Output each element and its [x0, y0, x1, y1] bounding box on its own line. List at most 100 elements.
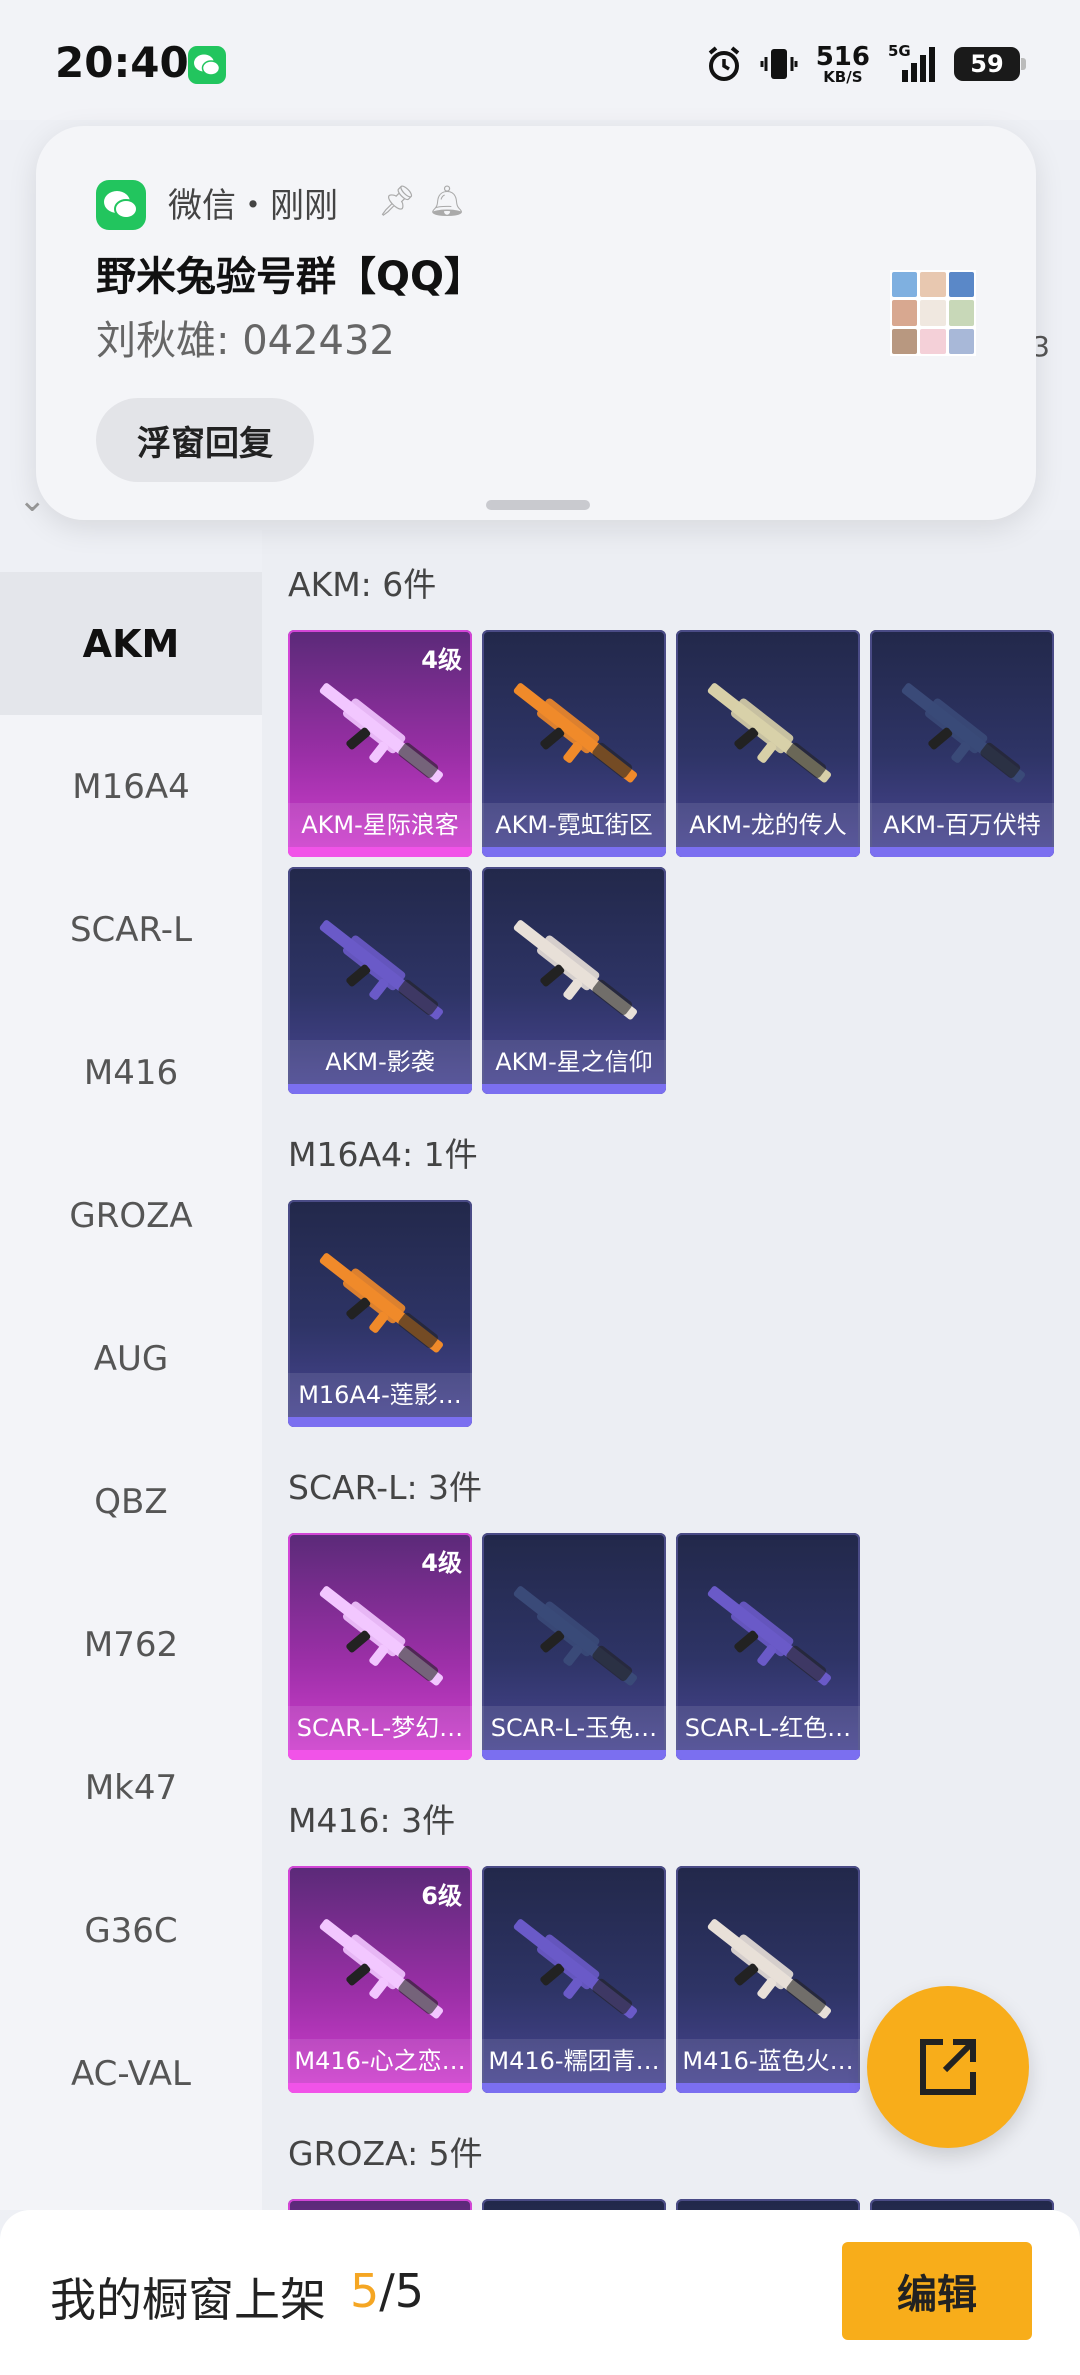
- weapon-skin-card[interactable]: [482, 2199, 666, 2210]
- wechat-icon: [96, 180, 146, 230]
- weapon-skin-image: [513, 683, 637, 783]
- weapon-skin-image: [513, 920, 637, 1020]
- weapon-skin-card[interactable]: M416-蓝色火…: [676, 1866, 860, 2093]
- weapon-skin-card[interactable]: AKM-星之信仰: [482, 867, 666, 1094]
- weapon-skin-image: [513, 1586, 637, 1686]
- notification-banner[interactable]: 微信・刚刚 📌︎ 🔔︎ 野米兔验号群【QQ】 刘秋雄: 042432 浮窗回复: [36, 126, 1036, 520]
- sidebar-item-m762[interactable]: M762: [0, 1573, 262, 1716]
- weapon-skin-image: [707, 1586, 831, 1686]
- status-icons: 516 KB/S 5G 59: [706, 41, 1026, 86]
- float-reply-button[interactable]: 浮窗回复: [96, 398, 314, 482]
- sidebar-item-aug[interactable]: AUG: [0, 1287, 262, 1430]
- weapon-skin-card[interactable]: 4级 SCAR-L-梦幻…: [288, 1533, 472, 1760]
- showcase-bottom-bar: 我的橱窗上架 5/5 编辑: [0, 2210, 1080, 2375]
- share-icon: [920, 2039, 976, 2095]
- skin-name: M416-心之恋…: [288, 2039, 472, 2083]
- rarity-bar: [288, 1750, 472, 1760]
- status-bar: 20:40 516 KB/S 5G 59: [0, 0, 1080, 120]
- showcase-label: 我的橱窗上架: [50, 2273, 326, 2327]
- weapon-skin-card[interactable]: AKM-百万伏特: [870, 630, 1054, 857]
- skin-name: AKM-霓虹街区: [482, 803, 666, 847]
- group-avatar: [890, 270, 976, 356]
- battery-indicator: 59: [954, 47, 1026, 81]
- weapon-skin-card[interactable]: [870, 2199, 1054, 2210]
- main-content: AKM: 6件 4级 AKM-星际浪客 AKM-霓虹街区 AKM-龙的传人 AKM-百万伏…: [262, 530, 1080, 2210]
- weapon-skin-image: [319, 920, 443, 1020]
- vibrate-icon: [760, 49, 798, 79]
- skin-name: AKM-星际浪客: [288, 803, 472, 847]
- rarity-bar: [482, 2083, 666, 2093]
- weapon-skin-card[interactable]: [676, 2199, 860, 2210]
- weapon-skin-card[interactable]: AKM-霓虹街区: [482, 630, 666, 857]
- status-time: 20:40: [55, 38, 189, 87]
- sidebar-item-m16a4[interactable]: M16A4: [0, 715, 262, 858]
- notification-drag-handle[interactable]: [486, 500, 590, 510]
- weapon-skin-image: [319, 1253, 443, 1353]
- skin-name: SCAR-L-红色…: [676, 1706, 860, 1750]
- pin-icon[interactable]: 📌︎: [378, 184, 416, 219]
- skin-grid-row: M16A4-莲影…: [288, 1200, 472, 1427]
- sidebar-item-g36c[interactable]: G36C: [0, 1859, 262, 2002]
- weapon-skin-card[interactable]: 6级 M416-心之恋…: [288, 1866, 472, 2093]
- rarity-bar: [288, 2083, 472, 2093]
- weapon-skin-card[interactable]: SCAR-L-玉兔…: [482, 1533, 666, 1760]
- weapon-skin-card[interactable]: SCAR-L-红色…: [676, 1533, 860, 1760]
- rarity-bar: [288, 1084, 472, 1094]
- section-title: GROZA: 5件: [288, 2134, 483, 2173]
- skin-level-badge: 4级: [421, 1549, 462, 1577]
- skin-level-badge: 6级: [421, 1882, 462, 1910]
- weapon-skin-image: [707, 1919, 831, 2019]
- rarity-bar: [870, 847, 1054, 857]
- signal-icon: 5G: [888, 42, 936, 84]
- section-title: M416: 3件: [288, 1801, 456, 1840]
- sidebar-item-mk47[interactable]: Mk47: [0, 1716, 262, 1859]
- skin-name: AKM-星之信仰: [482, 1040, 666, 1084]
- rarity-bar: [288, 847, 472, 857]
- skin-name: AKM-龙的传人: [676, 803, 860, 847]
- alarm-icon: [708, 46, 739, 81]
- rarity-bar: [676, 847, 860, 857]
- skin-grid-row: 3级: [288, 2199, 1054, 2210]
- skin-grid-row: 6级 M416-心之恋… M416-糯团青… M416-蓝色火…: [288, 1866, 860, 2093]
- sidebar-item-m416[interactable]: M416: [0, 1001, 262, 1144]
- rarity-bar: [676, 2083, 860, 2093]
- weapon-skin-image: [319, 683, 443, 783]
- skin-name: AKM-影袭: [288, 1040, 472, 1084]
- edit-button[interactable]: 编辑: [842, 2242, 1032, 2340]
- sidebar-item-akm[interactable]: AKM: [0, 572, 262, 715]
- rarity-bar: [482, 1084, 666, 1094]
- weapon-skin-image: [901, 683, 1025, 783]
- skin-name: M416-蓝色火…: [676, 2039, 860, 2083]
- sidebar-item-qbz[interactable]: QBZ: [0, 1430, 262, 1573]
- section-title: AKM: 6件: [288, 565, 437, 604]
- weapon-skin-card[interactable]: 3级: [288, 2199, 472, 2210]
- showcase-count: 5/5: [350, 2264, 425, 2318]
- weapon-skin-image: [319, 1919, 443, 2019]
- wechat-icon: [188, 46, 226, 84]
- bell-icon[interactable]: 🔔︎: [428, 184, 466, 219]
- weapon-skin-card[interactable]: 4级 AKM-星际浪客: [288, 630, 472, 857]
- rarity-bar: [482, 847, 666, 857]
- section-title: M16A4: 1件: [288, 1135, 478, 1174]
- sidebar-item-scar-l[interactable]: SCAR-L: [0, 858, 262, 1001]
- weapon-skin-image: [707, 683, 831, 783]
- weapon-skin-card[interactable]: AKM-龙的传人: [676, 630, 860, 857]
- weapon-skin-image: [319, 1586, 443, 1686]
- weapon-skin-card[interactable]: AKM-影袭: [288, 867, 472, 1094]
- skin-grid-row: AKM-影袭 AKM-星之信仰: [288, 867, 666, 1094]
- network-speed: 516 KB/S: [815, 41, 870, 86]
- skin-name: SCAR-L-玉兔…: [482, 1706, 666, 1750]
- skin-name: AKM-百万伏特: [870, 803, 1054, 847]
- notification-title: 野米兔验号群【QQ】: [96, 254, 485, 300]
- weapon-skin-card[interactable]: M416-糯团青…: [482, 1866, 666, 2093]
- sidebar-item-ac-val[interactable]: AC-VAL: [0, 2002, 262, 2145]
- skin-level-badge: 4级: [421, 646, 462, 674]
- share-button[interactable]: [867, 1986, 1029, 2148]
- skin-grid-row: 4级 SCAR-L-梦幻… SCAR-L-玉兔… SCAR-L-红色…: [288, 1533, 860, 1760]
- weapon-category-sidebar: AKM M16A4 SCAR-L M416 GROZA AUG QBZ M762 Mk47 G36…: [0, 572, 262, 2210]
- sidebar-item-groza[interactable]: GROZA: [0, 1144, 262, 1287]
- weapon-skin-card[interactable]: M16A4-莲影…: [288, 1200, 472, 1427]
- rarity-bar: [482, 1750, 666, 1760]
- notification-source: 微信・刚刚: [168, 186, 338, 226]
- weapon-skin-image: [513, 1919, 637, 2019]
